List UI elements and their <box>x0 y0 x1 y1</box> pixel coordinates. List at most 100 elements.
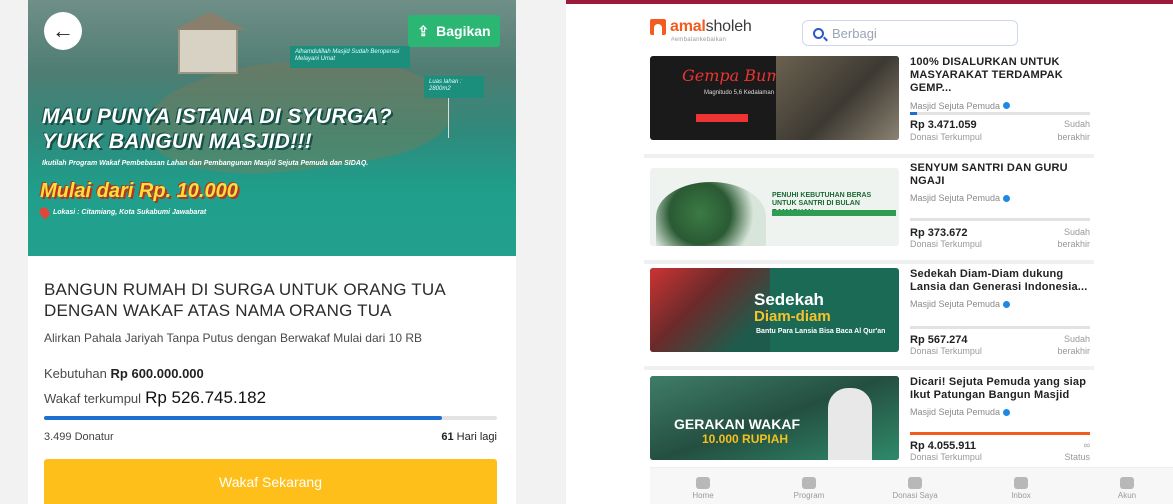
card-amount-label: Donasi Terkumpul <box>910 452 982 462</box>
campaign-card-title: Sedekah Diam-Diam dukung Lansia dan Gene… <box>910 268 1088 294</box>
card-progress-bar <box>910 112 1090 115</box>
collected-amount: Rp 526.745.182 <box>145 388 267 407</box>
card-status: ∞ <box>1083 440 1090 450</box>
need-amount: Rp 600.000.000 <box>110 366 204 381</box>
divider <box>644 260 1094 264</box>
nav-label: Inbox <box>1011 490 1031 500</box>
campaign-card-info: Sedekah Diam-Diam dukung Lansia dan Gene… <box>910 268 1092 364</box>
campaign-card[interactable]: Sedekah Diam-diam Bantu Para Lansia Bisa… <box>650 268 1090 364</box>
card-image-subtitle: Bantu Para Lansia Bisa Baca Al Qur'an <box>756 328 886 335</box>
org-name: Masjid Sejuta Pemuda <box>910 407 1001 418</box>
card-image-title: Sedekah <box>754 290 824 309</box>
card-amount-label: Donasi Terkumpul <box>910 346 982 356</box>
nav-home[interactable]: Home <box>650 468 756 504</box>
campaign-card-info: Dicari! Sejuta Pemuda yang siap Ikut Pat… <box>910 376 1092 472</box>
days-number: 61 <box>441 431 454 443</box>
campaign-card-image: GERAKAN WAKAF 10.000 RUPIAH <box>650 376 899 460</box>
campaign-card-org: Masjid Sejuta Pemuda <box>910 193 1092 203</box>
card-amount: Rp 3.471.059 <box>910 119 977 131</box>
card-status: Sudah <box>1063 334 1090 344</box>
banner-headline-1: MAU PUNYA ISTANA DI SYURGA? <box>42 105 392 128</box>
card-status-sub: Status <box>1064 452 1090 462</box>
search-placeholder: Berbagi <box>832 25 877 41</box>
share-button[interactable]: ⇪ Bagikan <box>408 15 500 47</box>
donate-now-button[interactable]: Wakaf Sekarang <box>44 459 497 504</box>
banner-tag-operating: Alhamdulillah Masjid Sudah Beroperasi Me… <box>290 46 410 68</box>
top-bar: amalsholeh #embalankebaikan Berbagi <box>566 8 1173 50</box>
divider <box>644 154 1094 158</box>
logo-tagline: #embalankebaikan <box>671 37 727 43</box>
collected-label: Wakaf terkumpul <box>44 391 142 406</box>
card-image-photo <box>776 56 899 140</box>
campaign-card[interactable]: GERAKAN WAKAF 10.000 RUPIAH Dicari! Seju… <box>650 376 1090 472</box>
funding-progress-fill <box>44 416 442 420</box>
card-status-sub: berakhir <box>1057 132 1090 142</box>
card-progress-bar <box>910 326 1090 329</box>
program-icon <box>802 476 816 489</box>
card-image-button <box>696 114 748 122</box>
campaign-card-org: Masjid Sejuta Pemuda <box>910 299 1092 309</box>
mosque-building <box>174 12 246 74</box>
share-icon: ⇪ <box>417 22 430 39</box>
card-status-sub: berakhir <box>1057 346 1090 356</box>
logo-text-a: amal <box>670 18 706 35</box>
card-image-title: GERAKAN WAKAF <box>674 416 800 432</box>
campaign-card-image: Gempa Bumi Cianjur Magnitudo 5,6 Kedalam… <box>650 56 899 140</box>
banner-location-text: Lokasi : Citamiang, Kota Sukabumi Jawaba… <box>53 209 207 216</box>
funding-need: Kebutuhan Rp 600.000.000 <box>44 366 204 381</box>
org-name: Masjid Sejuta Pemuda <box>910 299 1001 310</box>
campaign-card-image: Sedekah Diam-diam Bantu Para Lansia Bisa… <box>650 268 899 352</box>
campaign-card-info: 100% DISALURKAN UNTUK MASYARAKAT TERDAMP… <box>910 56 1092 152</box>
campaign-title: BANGUN RUMAH DI SURGA UNTUK ORANG TUA DE… <box>44 280 445 321</box>
org-name: Masjid Sejuta Pemuda <box>910 100 1001 111</box>
banner-headline-2: YUKK BANGUN MASJID!!! <box>42 130 312 153</box>
card-status: Sudah <box>1063 227 1090 237</box>
nav-label: Program <box>793 490 825 500</box>
card-status: Sudah <box>1063 119 1090 129</box>
campaign-card-title: 100% DISALURKAN UNTUK MASYARAKAT TERDAMP… <box>910 56 1063 95</box>
divider <box>644 366 1094 370</box>
card-amount-label: Donasi Terkumpul <box>910 132 982 142</box>
campaign-card-info: SENYUM SANTRI DAN GURU NGAJI Masjid Seju… <box>910 162 1092 258</box>
verified-icon <box>1003 300 1011 308</box>
card-amount: Rp 373.672 <box>910 227 968 239</box>
verified-icon <box>1003 408 1011 416</box>
campaign-card-org: Masjid Sejuta Pemuda <box>910 407 1092 417</box>
search-icon <box>813 27 824 39</box>
campaign-description: Alirkan Pahala Jariyah Tanpa Putus denga… <box>44 331 422 345</box>
need-label: Kebutuhan <box>44 366 107 381</box>
card-image-band <box>772 210 896 216</box>
days-remaining: 61 Hari lagi <box>441 431 497 443</box>
nav-program[interactable]: Program <box>756 468 862 504</box>
card-status-sub: berakhir <box>1057 239 1090 249</box>
campaign-card[interactable]: Gempa Bumi Cianjur Magnitudo 5,6 Kedalam… <box>650 56 1090 152</box>
logo-text-b: sholeh <box>705 18 752 35</box>
back-button[interactable]: ← <box>44 12 82 50</box>
location-pin-icon <box>37 205 52 220</box>
nav-inbox[interactable]: Inbox <box>968 468 1074 504</box>
funding-progress-bar <box>44 416 497 420</box>
search-input[interactable]: Berbagi <box>802 20 1018 46</box>
nav-donasi-saya[interactable]: Donasi Saya <box>862 468 968 504</box>
card-image-photo <box>650 268 770 352</box>
nav-label: Donasi Saya <box>892 490 938 500</box>
card-image-title-2: Diam-diam <box>754 308 831 325</box>
verified-icon <box>1003 194 1011 202</box>
back-arrow-icon: ← <box>52 18 74 43</box>
days-label: Hari lagi <box>456 431 497 443</box>
campaign-card-title: SENYUM SANTRI DAN GURU NGAJI <box>910 162 1068 188</box>
donation-icon <box>908 476 922 489</box>
card-image-title-2: 10.000 RUPIAH <box>702 432 789 446</box>
brand-logo[interactable]: amalsholeh <box>650 18 752 36</box>
inbox-icon <box>1014 476 1028 489</box>
banner-subtext: Ikutilah Program Wakaf Pembebasan Lahan … <box>42 160 369 167</box>
funding-collected: Wakaf terkumpul Rp 526.745.182 <box>44 388 266 408</box>
campaign-card-org: Masjid Sejuta Pemuda <box>910 101 1092 111</box>
logo-icon <box>650 19 666 35</box>
card-amount-label: Donasi Terkumpul <box>910 239 982 249</box>
org-name: Masjid Sejuta Pemuda <box>910 193 1001 204</box>
nav-label: Akun <box>1117 490 1137 500</box>
account-icon <box>1120 476 1134 489</box>
campaign-card[interactable]: PENUHI KEBUTUHAN BERAS UNTUK SANTRI DI B… <box>650 162 1090 258</box>
nav-akun[interactable]: Akun <box>1074 468 1173 504</box>
